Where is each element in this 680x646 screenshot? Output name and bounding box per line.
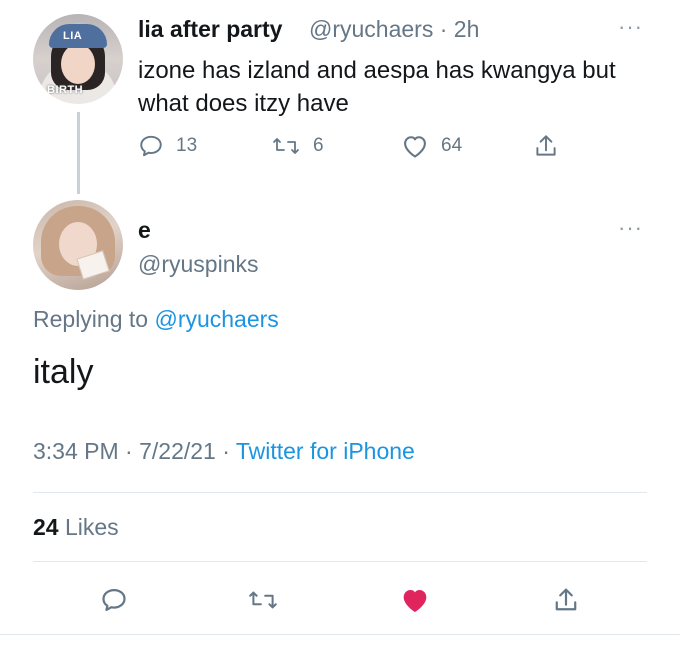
share-button[interactable]: [548, 582, 584, 618]
divider: [33, 492, 647, 493]
thread-line: [77, 112, 80, 194]
reply-handle[interactable]: @ryuspinks: [138, 251, 259, 278]
likes-summary[interactable]: 24 Likes: [33, 514, 119, 541]
parent-tweet-text: izone has izland and aespa has kwangya b…: [138, 57, 616, 117]
share-action[interactable]: [533, 131, 559, 161]
like-action[interactable]: 64: [401, 131, 462, 161]
retweet-icon: [249, 591, 277, 609]
tweet-meta: 3:34 PM · 7/22/21 · Twitter for iPhone: [33, 438, 415, 465]
reply-tweet-text: italy: [33, 353, 94, 391]
avatar-e[interactable]: [33, 200, 123, 290]
like-button[interactable]: [397, 582, 433, 618]
likes-count: 24: [33, 514, 59, 540]
tweet-source-link[interactable]: Twitter for iPhone: [236, 438, 415, 464]
replying-handle-link[interactable]: @ryuchaers: [154, 306, 278, 332]
parent-handle-time[interactable]: @ryuchaers · 2h: [309, 16, 479, 43]
retweet-action[interactable]: 6: [271, 131, 324, 161]
reply-button[interactable]: [96, 582, 132, 618]
avatar-lia-after-party[interactable]: LIA BIRTH: [33, 14, 123, 104]
share-icon: [555, 588, 577, 611]
share-icon: [536, 135, 556, 156]
reply-count: 13: [176, 135, 198, 156]
reply-action[interactable]: 13: [138, 131, 197, 161]
retweet-icon: [273, 138, 299, 154]
avatar-face: [61, 44, 95, 84]
avatar-tag-top: LIA: [63, 30, 83, 42]
retweet-button[interactable]: [245, 582, 281, 618]
more-options-icon[interactable]: ···: [618, 215, 643, 241]
parent-display-name[interactable]: lia after party: [138, 16, 282, 43]
reply-display-name[interactable]: e: [138, 217, 151, 244]
reply-icon: [140, 135, 162, 157]
avatar-tag-bottom: BIRTH: [47, 84, 84, 96]
tweet-timestamp[interactable]: 3:34 PM · 7/22/21 ·: [33, 438, 236, 464]
bottom-edge: [0, 634, 680, 646]
like-count: 64: [441, 135, 463, 156]
replying-to: Replying to @ryuchaers: [33, 306, 279, 333]
heart-outline-icon: [404, 136, 426, 158]
heart-icon: [403, 590, 427, 612]
replying-prefix: Replying to: [33, 306, 149, 332]
divider: [33, 561, 647, 562]
reply-icon: [102, 588, 126, 612]
likes-label: Likes: [64, 514, 119, 540]
retweet-count: 6: [313, 135, 324, 156]
more-options-icon[interactable]: ···: [618, 14, 643, 40]
